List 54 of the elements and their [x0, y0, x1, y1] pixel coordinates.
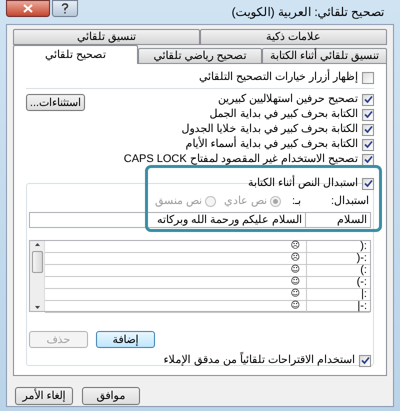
dialog-button[interactable]: إلغاء الأمر	[15, 387, 73, 405]
down-arrow-icon	[34, 306, 40, 309]
with-field[interactable]: السلام عليكم ورحمة الله وبركاته	[29, 212, 305, 228]
check-icon	[360, 356, 370, 365]
up-arrow-icon	[34, 243, 40, 246]
table-cell-text: ☹	[290, 241, 301, 252]
table-cell-text: ☺	[290, 265, 301, 276]
table-cell-text: ☺	[290, 301, 301, 312]
checkbox[interactable]	[362, 138, 374, 150]
scrollbar[interactable]	[30, 241, 45, 311]
replace-field[interactable]: السلام	[305, 212, 371, 228]
checkbox[interactable]	[362, 154, 374, 166]
with-label: بـ:	[290, 194, 301, 209]
checkbox-label: الكتابة بحرف كبير في بداية الجمل	[210, 107, 358, 122]
add-button[interactable]: إضافة	[96, 331, 155, 348]
checkbox[interactable]	[362, 72, 374, 84]
checkbox-label: استبدال النص أثناء الكتابة	[248, 175, 358, 192]
table-cell-text: ☺	[290, 277, 301, 288]
tab[interactable]: تصحيح تلقائي	[12, 45, 138, 64]
table-cell-text: ☹	[290, 253, 301, 264]
checkbox-label: الكتابة بحرف كبير في بداية أسماء الأيام	[186, 136, 358, 152]
table-cell: :)	[306, 265, 370, 276]
exceptions-button[interactable]: استثناءات...	[26, 94, 85, 111]
close-button[interactable]	[6, 0, 50, 17]
question-icon	[61, 3, 69, 14]
checkbox[interactable]	[359, 354, 371, 366]
checkbox-label: تصحيح حرفين استهلاليين كبيرين	[218, 92, 358, 108]
table-cell-text: ☺	[290, 289, 301, 300]
tab[interactable]: تنسيق تلقائي	[13, 29, 200, 45]
scroll-thumb[interactable]	[32, 251, 42, 273]
dialog-button[interactable]: موافق	[82, 387, 140, 405]
replace-label: استبدال:	[330, 194, 370, 209]
tab[interactable]: تصحيح رياضي تلقائي	[138, 48, 262, 64]
tab[interactable]: تنسيق تلقائي أثناء الكتابة	[262, 48, 387, 64]
checkbox-label: استخدام الاقتراحات تلقائياً من مدقق الإملاء	[164, 352, 355, 368]
checkbox[interactable]	[362, 108, 374, 120]
check-icon	[364, 179, 372, 188]
checkbox-label: تصحيح الاستخدام غير المقصود لمفتاح CAPS LOCK	[124, 152, 358, 168]
checkbox[interactable]	[362, 178, 374, 190]
table-cell: :|	[306, 289, 370, 300]
checkbox-label: إظهار أزرار خيارات التصحيح التلقائي	[198, 69, 358, 86]
checkbox[interactable]	[362, 94, 374, 106]
radio-label: نص عادي	[224, 194, 267, 209]
close-icon	[23, 4, 33, 13]
table-cell: :-)	[306, 277, 370, 288]
tab[interactable]: علامات ذكية	[200, 29, 387, 45]
checkbox-label: الكتابة بحرف كبير في بداية خلايا الجدول	[182, 122, 358, 136]
table-cell: :-|	[306, 301, 370, 312]
radio-label: نص منسق	[154, 194, 202, 209]
table-cell: :-(	[306, 253, 370, 264]
window-title: تصحيح تلقائي: العربية (الكويت)	[232, 4, 385, 21]
checkbox[interactable]	[362, 124, 374, 136]
help-button[interactable]	[52, 0, 78, 17]
table-cell: :(	[306, 241, 370, 252]
